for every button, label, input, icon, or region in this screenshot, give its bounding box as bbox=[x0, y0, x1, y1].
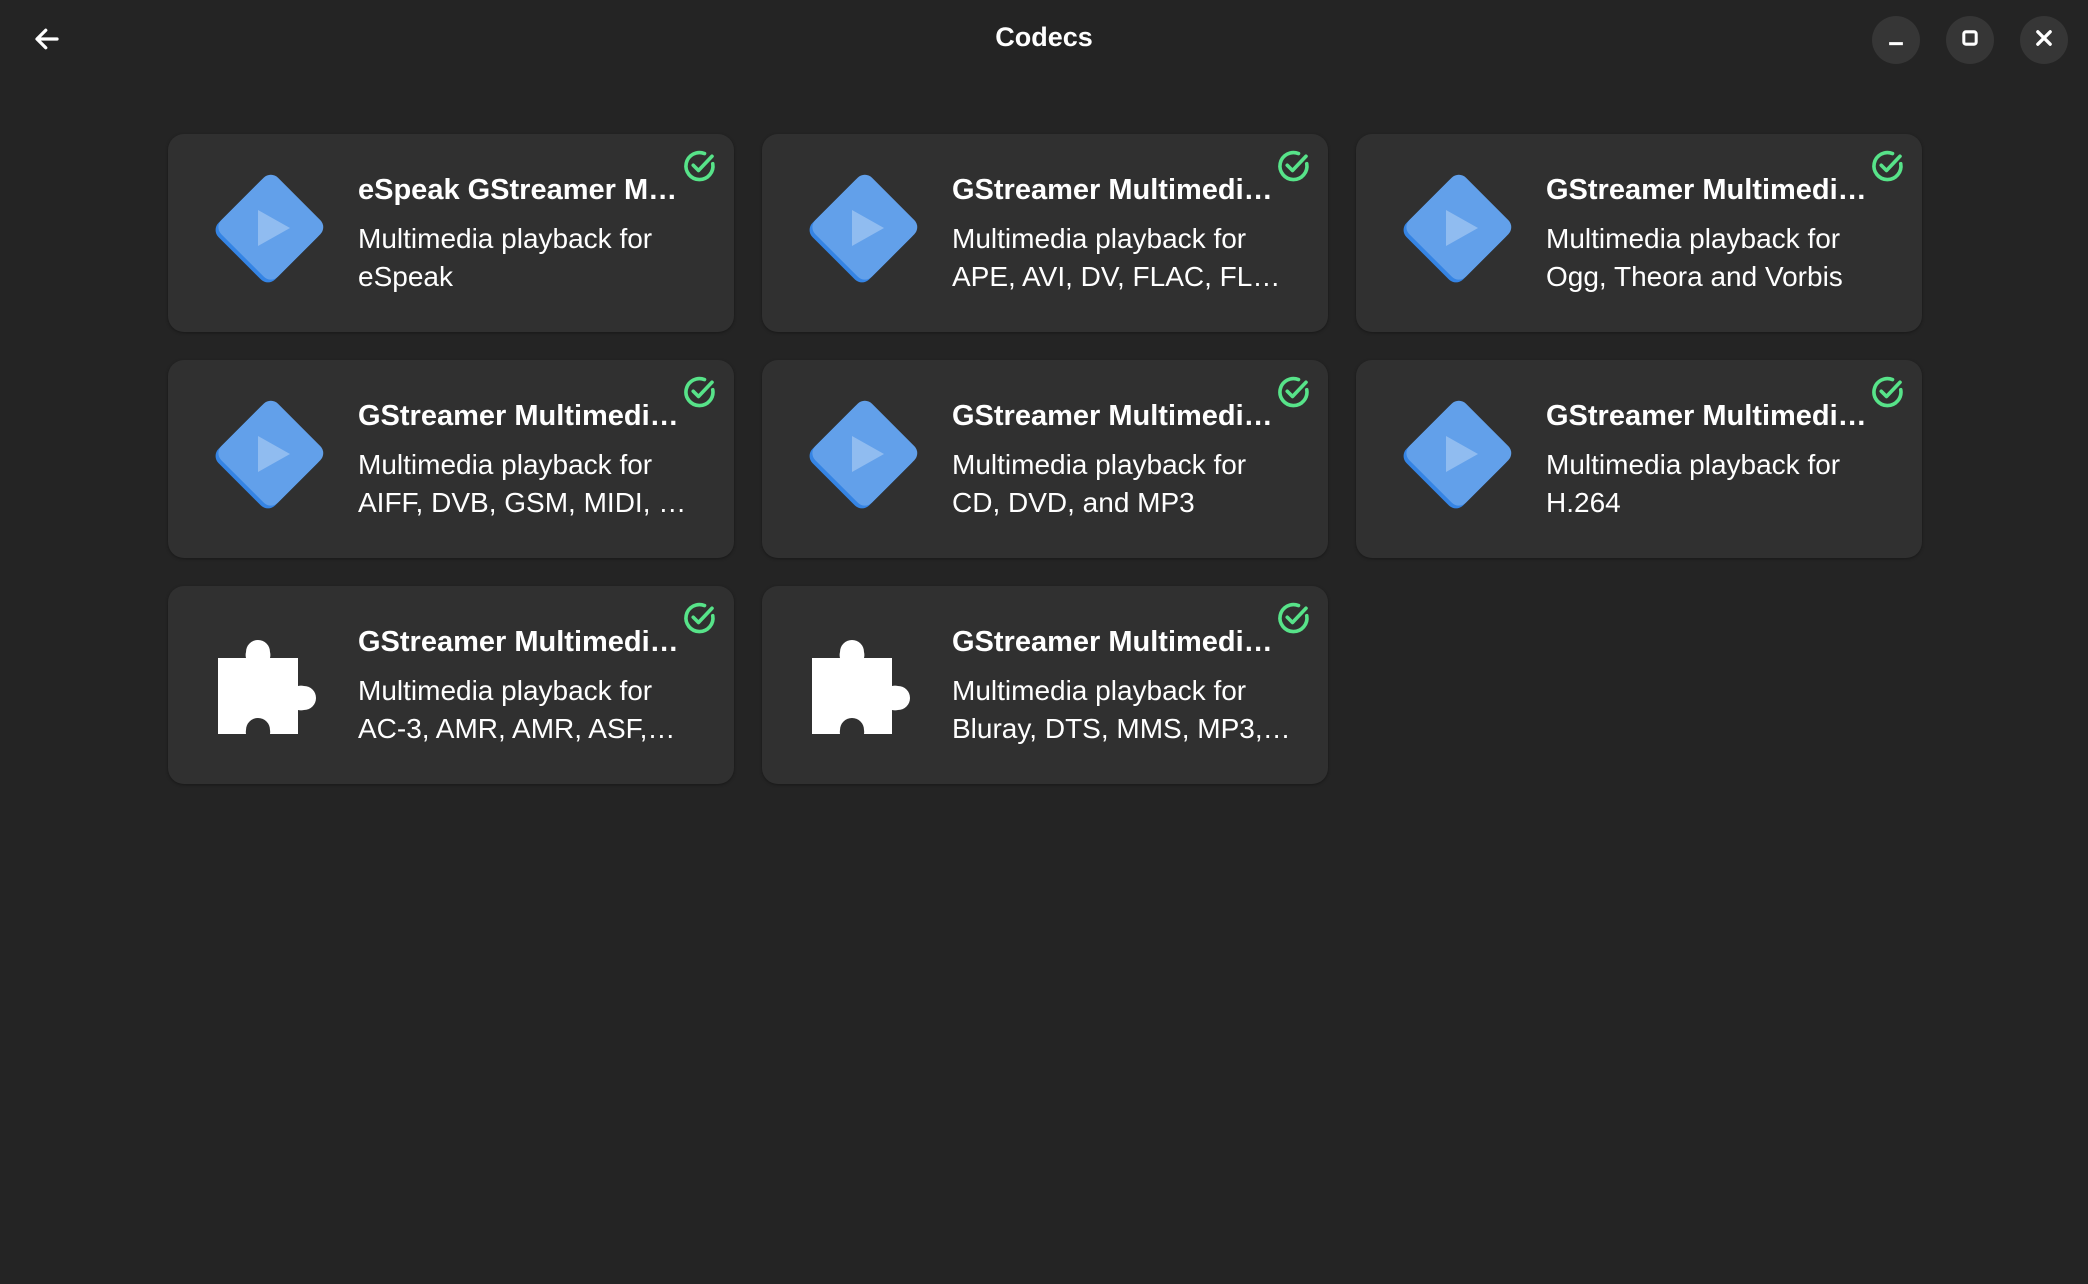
codec-card[interactable]: GStreamer Multimedi… Multimedia playback … bbox=[168, 586, 734, 784]
codec-description: Multimedia playback for H.264 bbox=[1546, 449, 1841, 518]
minimize-button[interactable] bbox=[1872, 16, 1920, 64]
media-play-icon bbox=[1392, 392, 1520, 520]
codec-title: GStreamer Multimedi… bbox=[1546, 174, 1867, 206]
codec-card[interactable]: GStreamer Multimedi… Multimedia playback … bbox=[762, 586, 1328, 784]
codec-title: GStreamer Multimedi… bbox=[358, 626, 679, 658]
codec-title: GStreamer Multimedi… bbox=[952, 400, 1273, 432]
codec-description: Multimedia playback for Bluray, DTS, MMS… bbox=[952, 675, 1263, 744]
minimize-icon bbox=[1885, 27, 1907, 54]
codec-description: Multimedia playback for CD, DVD, and MP3 bbox=[952, 449, 1247, 518]
codec-card[interactable]: GStreamer Multimedi… Multimedia playback … bbox=[168, 360, 734, 558]
codec-card[interactable]: GStreamer Multimedi… Multimedia playback … bbox=[762, 134, 1328, 332]
codec-card[interactable]: GStreamer Multimedi… Multimedia playback … bbox=[1356, 134, 1922, 332]
close-icon bbox=[2033, 27, 2055, 54]
app-window: Codecs eSpeak GStreamer Mu… Multimedia pl… bbox=[0, 0, 2088, 1284]
installed-check-icon bbox=[682, 600, 718, 636]
installed-check-icon bbox=[1870, 148, 1906, 184]
media-play-icon bbox=[204, 166, 332, 294]
puzzle-piece-icon bbox=[798, 618, 926, 746]
installed-check-icon bbox=[682, 374, 718, 410]
codec-title: GStreamer Multimedi… bbox=[1546, 400, 1867, 432]
codec-title: GStreamer Multimedi… bbox=[952, 174, 1273, 206]
installed-check-icon bbox=[682, 148, 718, 184]
codec-card[interactable]: GStreamer Multimedi… Multimedia playback … bbox=[1356, 360, 1922, 558]
codec-card[interactable]: eSpeak GStreamer Mu… Multimedia playback … bbox=[168, 134, 734, 332]
maximize-icon bbox=[1959, 27, 1981, 54]
installed-check-icon bbox=[1870, 374, 1906, 410]
codec-description: Multimedia playback for APE, AVI, DV, FL… bbox=[952, 223, 1279, 292]
media-play-icon bbox=[798, 392, 926, 520]
codec-description: Multimedia playback for eSpeak bbox=[358, 223, 653, 292]
codec-description: Multimedia playback for AC-3, AMR, AMR, … bbox=[358, 675, 653, 744]
window-title: Codecs bbox=[995, 22, 1093, 52]
header-bar: Codecs bbox=[0, 0, 2088, 80]
codec-title: eSpeak GStreamer Mu… bbox=[358, 174, 688, 206]
codec-title: GStreamer Multimedi… bbox=[952, 626, 1273, 658]
media-play-icon bbox=[1392, 166, 1520, 294]
media-play-icon bbox=[798, 166, 926, 294]
codec-description: Multimedia playback for AIFF, DVB, GSM, … bbox=[358, 449, 687, 518]
codec-title: GStreamer Multimedi… bbox=[358, 400, 679, 432]
installed-check-icon bbox=[1276, 148, 1312, 184]
codec-description: Multimedia playback for Ogg, Theora and … bbox=[1546, 223, 1843, 292]
installed-check-icon bbox=[1276, 374, 1312, 410]
close-button[interactable] bbox=[2020, 16, 2068, 64]
media-play-icon bbox=[204, 392, 332, 520]
puzzle-piece-icon bbox=[204, 618, 332, 746]
codec-card[interactable]: GStreamer Multimedi… Multimedia playback … bbox=[762, 360, 1328, 558]
maximize-button[interactable] bbox=[1946, 16, 1994, 64]
codec-grid: eSpeak GStreamer Mu… Multimedia playback … bbox=[168, 134, 1924, 784]
installed-check-icon bbox=[1276, 600, 1312, 636]
